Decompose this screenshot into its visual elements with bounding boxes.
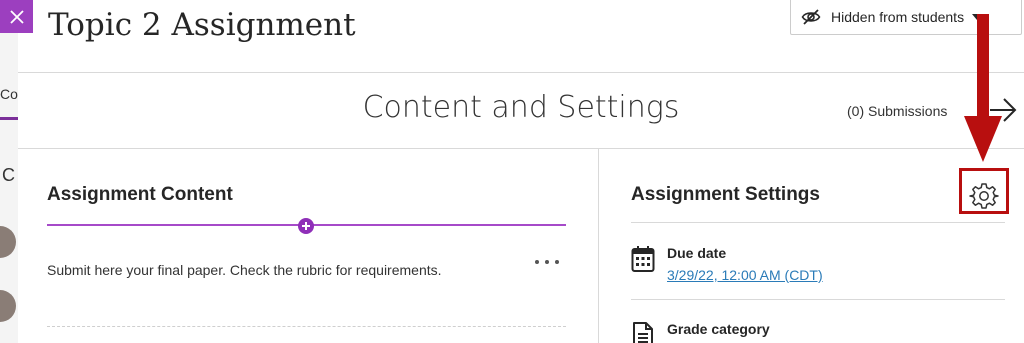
- plus-circle-icon: [302, 222, 310, 230]
- subheader: Content and Settings (0) Submissions: [18, 72, 1024, 149]
- grade-category-label: Grade category: [667, 321, 770, 337]
- calendar-icon: [631, 246, 655, 272]
- page-title: Topic 2 Assignment: [48, 7, 356, 43]
- visibility-dropdown[interactable]: Hidden from students: [790, 0, 1022, 35]
- chevron-down-icon: [972, 13, 983, 20]
- divider: [47, 326, 566, 327]
- background-letter: C: [2, 165, 15, 185]
- screenshot-frame: Co C Topic 2 Assignment Hidden from stud…: [0, 0, 1024, 343]
- divider: [631, 222, 1005, 223]
- assignment-content-section: Assignment Content Submit here your fina…: [18, 149, 599, 343]
- background-tab-label: Co: [0, 86, 18, 102]
- arrow-right-icon[interactable]: [988, 94, 1018, 126]
- submissions-link[interactable]: (0) Submissions: [847, 103, 947, 119]
- due-date-label: Due date: [667, 245, 727, 261]
- eye-slash-icon: [801, 8, 821, 25]
- assignment-panel: Topic 2 Assignment Hidden from students …: [18, 0, 1024, 343]
- content-heading: Assignment Content: [47, 184, 233, 205]
- gear-icon[interactable]: [969, 181, 999, 211]
- settings-heading: Assignment Settings: [631, 184, 820, 205]
- more-options-button[interactable]: [535, 254, 559, 270]
- close-icon: [9, 9, 24, 24]
- background-avatar: [0, 290, 16, 322]
- background-course-page: Co C: [0, 0, 19, 343]
- document-icon: [633, 322, 653, 343]
- content-instructions: Submit here your final paper. Check the …: [47, 262, 442, 278]
- ellipsis-icon: [535, 260, 539, 264]
- add-content-button[interactable]: [298, 218, 314, 234]
- ellipsis-icon: [545, 260, 549, 264]
- background-tab-underline: [0, 117, 18, 120]
- panel-header: Topic 2 Assignment Hidden from students: [18, 0, 1024, 73]
- background-avatar: [0, 226, 16, 258]
- ellipsis-icon: [555, 260, 559, 264]
- close-button[interactable]: [0, 0, 33, 33]
- visibility-label: Hidden from students: [831, 8, 965, 25]
- divider: [631, 299, 1005, 300]
- assignment-settings-section: Assignment Settings Due date 3/29/22, 12…: [599, 149, 1024, 343]
- due-date-value[interactable]: 3/29/22, 12:00 AM (CDT): [667, 267, 823, 283]
